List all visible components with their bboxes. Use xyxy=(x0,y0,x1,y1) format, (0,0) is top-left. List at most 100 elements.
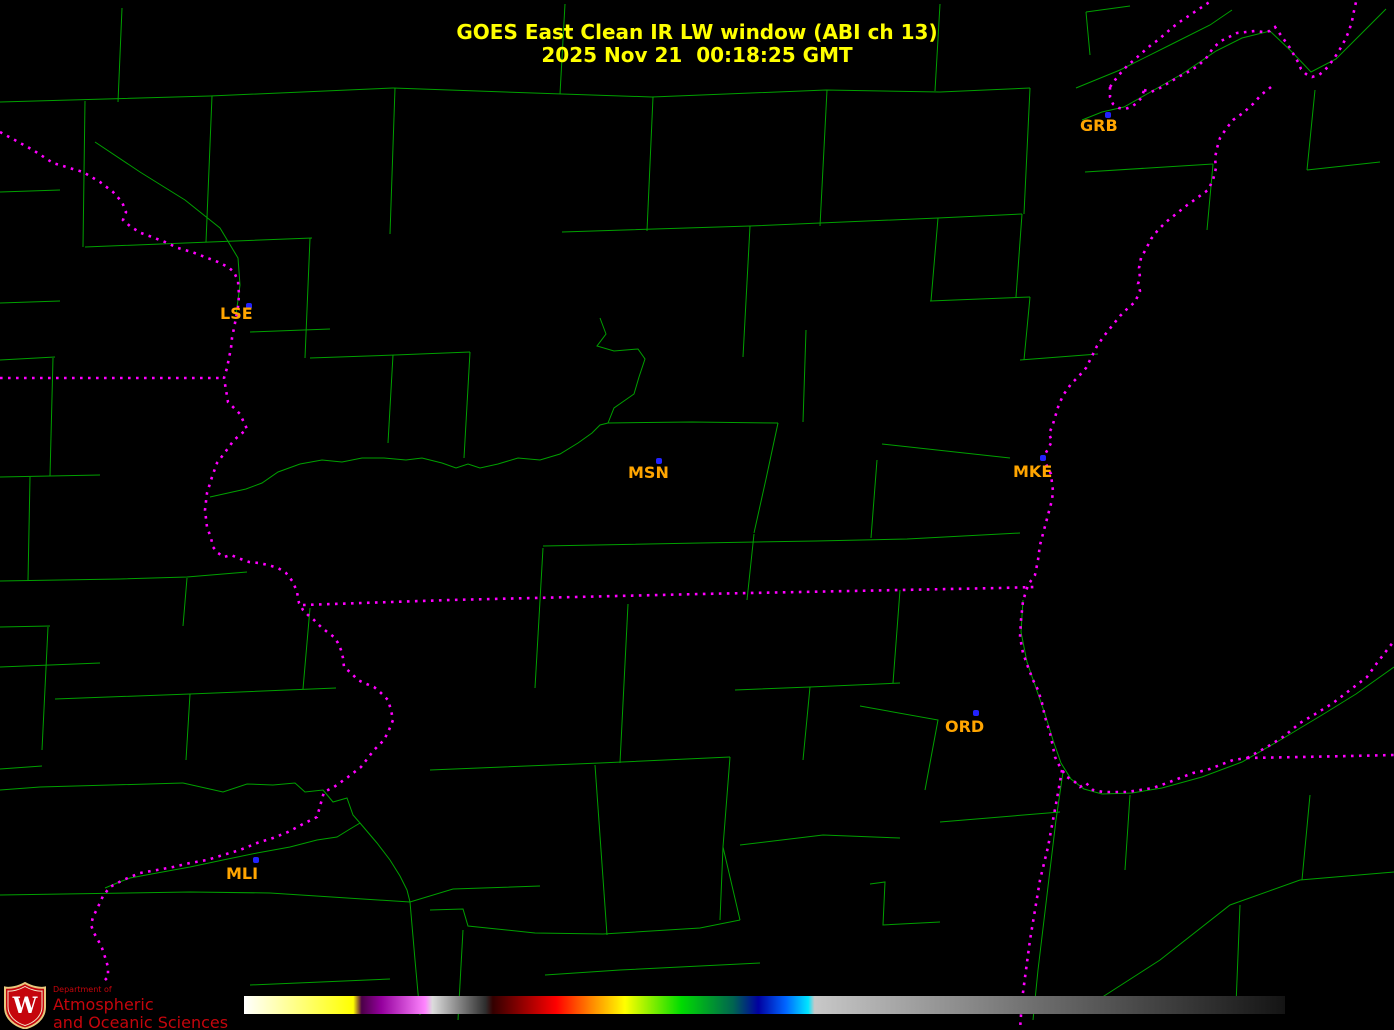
county-boundary-line xyxy=(250,329,330,332)
county-boundary-line xyxy=(735,683,900,690)
county-boundary-line xyxy=(1307,90,1315,170)
county-boundary-line xyxy=(931,218,938,301)
county-boundary-line xyxy=(186,694,190,760)
county-boundary-line xyxy=(305,238,310,358)
county-boundary-line xyxy=(820,90,827,226)
county-boundary-line xyxy=(85,238,312,247)
county-boundary-line xyxy=(42,627,48,750)
county-boundary-line xyxy=(55,688,336,699)
county-boundary-line xyxy=(595,765,607,935)
logo-name-line1: Atmospheric xyxy=(53,997,228,1013)
station-label-MKE: MKE xyxy=(1013,462,1052,481)
county-boundary-line xyxy=(390,88,395,234)
colorbar xyxy=(244,996,1285,1014)
county-boundary-line xyxy=(620,604,628,763)
state-border-lake-michigan-west-shore xyxy=(1020,87,1271,792)
state-border-il-in-border-east xyxy=(1247,755,1394,758)
county-boundary-line xyxy=(1236,905,1240,1005)
county-boundary-line xyxy=(1207,164,1213,230)
map-canvas xyxy=(0,0,1394,1030)
uw-crest-icon: W xyxy=(3,982,47,1029)
county-boundary-line xyxy=(930,297,1030,301)
county-boundary-line xyxy=(183,578,187,626)
county-boundary-line xyxy=(720,757,730,920)
station-dot-MKE xyxy=(1040,455,1046,461)
station-dot-ORD xyxy=(973,710,979,716)
county-boundary-line xyxy=(860,706,938,790)
logo-dept-line: Department of xyxy=(53,986,228,994)
county-boundary-line xyxy=(747,534,754,600)
svg-text:W: W xyxy=(12,993,38,1019)
station-label-ORD: ORD xyxy=(945,717,984,736)
county-boundary-line xyxy=(388,355,393,443)
county-boundary-line xyxy=(562,214,1022,232)
aos-logo: W Department of Atmospheric and Oceanic … xyxy=(3,982,228,1030)
county-boundary-line xyxy=(393,88,1030,97)
satellite-map-viewer: GOES East Clean IR LW window (ABI ch 13)… xyxy=(0,0,1394,1030)
county-boundary-line xyxy=(0,626,50,627)
state-border-il-in-border-south xyxy=(1020,770,1062,1030)
county-boundary-line xyxy=(1307,162,1380,170)
county-boundary-line xyxy=(608,422,778,423)
county-boundary-line xyxy=(940,812,1060,822)
county-boundary-line xyxy=(871,460,877,538)
county-boundary-line xyxy=(303,608,310,689)
county-boundary-line xyxy=(597,318,645,423)
county-boundary-line xyxy=(0,190,60,192)
station-label-GRB: GRB xyxy=(1080,116,1118,135)
image-title: GOES East Clean IR LW window (ABI ch 13) xyxy=(0,21,1394,44)
county-boundary-line xyxy=(743,226,750,357)
county-boundary-line xyxy=(360,823,410,902)
station-label-MLI: MLI xyxy=(226,864,258,883)
county-boundary-line xyxy=(50,358,53,476)
county-boundary-line xyxy=(545,963,760,975)
county-boundary-line xyxy=(0,783,183,790)
county-boundary-line xyxy=(882,444,1010,458)
county-boundary-line xyxy=(250,979,390,985)
logo-name-line2: and Oceanic Sciences xyxy=(53,1015,228,1030)
county-boundary-line xyxy=(0,572,247,581)
station-label-LSE: LSE xyxy=(220,304,253,323)
county-boundary-line xyxy=(95,142,240,315)
county-boundary-line xyxy=(754,423,778,533)
county-boundary-line xyxy=(870,882,940,925)
county-boundary-line xyxy=(535,548,543,688)
county-boundary-line xyxy=(0,88,393,102)
county-boundary-line xyxy=(430,909,603,934)
county-boundary-line xyxy=(28,477,30,581)
county-boundary-line xyxy=(0,766,42,769)
county-boundary-line xyxy=(310,352,470,358)
county-boundary-line xyxy=(0,357,55,360)
county-boundary-line xyxy=(740,835,900,845)
county-boundary-line xyxy=(430,757,730,770)
county-boundary-line xyxy=(1090,872,1394,1005)
county-boundary-line xyxy=(210,423,608,497)
county-boundary-line xyxy=(723,847,740,920)
county-boundary-line xyxy=(83,101,85,247)
county-boundary-line xyxy=(206,96,212,242)
county-boundary-line xyxy=(803,330,806,422)
county-boundary-line xyxy=(1024,88,1030,214)
county-boundary-line xyxy=(1086,6,1130,12)
state-border-mississippi-river xyxy=(0,132,393,981)
county-boundary-line xyxy=(0,301,60,303)
county-boundary-line xyxy=(803,687,810,760)
state-border-mi-shore-northeast xyxy=(1247,641,1394,758)
station-label-MSN: MSN xyxy=(628,463,669,482)
county-boundary-line xyxy=(0,663,100,667)
logo-text: Department of Atmospheric and Oceanic Sc… xyxy=(53,982,228,1030)
county-boundary-line xyxy=(1020,354,1098,360)
county-boundary-line xyxy=(1085,164,1213,172)
county-boundary-line xyxy=(543,533,1020,546)
county-boundary-line xyxy=(1016,214,1022,297)
image-timestamp: 2025 Nov 21 00:18:25 GMT xyxy=(0,44,1394,67)
county-boundary-line xyxy=(893,590,900,683)
station-dot-MLI xyxy=(253,857,259,863)
county-boundary-line xyxy=(0,886,540,902)
county-boundary-line xyxy=(1024,297,1030,360)
state-border-wi-il-border xyxy=(303,587,1034,605)
county-boundary-line xyxy=(1125,795,1130,870)
county-boundary-line xyxy=(1302,795,1310,880)
county-boundary-line xyxy=(1021,600,1394,794)
county-boundary-line xyxy=(464,352,470,458)
